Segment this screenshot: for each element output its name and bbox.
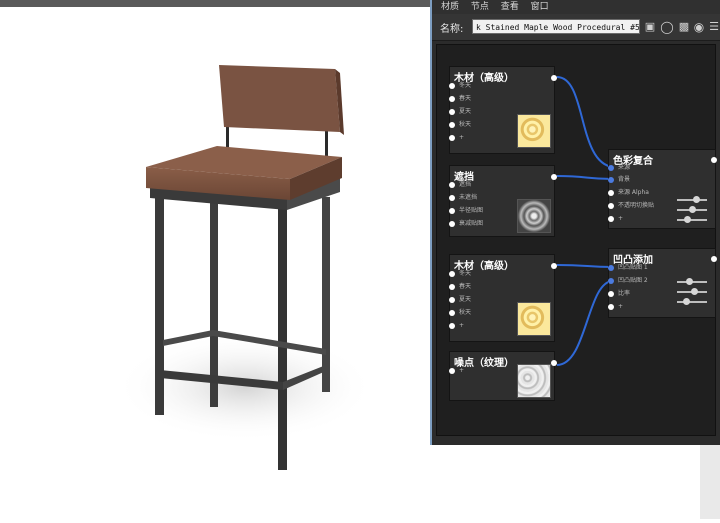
slider-knob[interactable] bbox=[693, 196, 701, 203]
wire-wood-to-bump-1 bbox=[556, 264, 614, 268]
slider-knob[interactable] bbox=[686, 278, 694, 285]
menu-view[interactable]: 查看 bbox=[501, 0, 519, 14]
noise-preview-thumbnail bbox=[517, 364, 551, 398]
save-icon[interactable]: ▣ bbox=[642, 19, 658, 35]
slider-knob[interactable] bbox=[690, 288, 698, 295]
slider-knob[interactable] bbox=[682, 298, 690, 305]
color-sliders bbox=[677, 195, 707, 225]
node-occlusion[interactable]: 遮挡 遮挡 未遮挡 半径贴图 衰减贴图 bbox=[449, 165, 557, 237]
slider-knob[interactable] bbox=[683, 216, 691, 223]
slider-knob[interactable] bbox=[688, 206, 696, 213]
material-name-bar: 名称: k Stained Maple Wood Procedural #5 ▣… bbox=[432, 14, 720, 41]
output-port[interactable] bbox=[551, 174, 557, 180]
name-label: 名称: bbox=[440, 24, 464, 35]
render-viewport[interactable] bbox=[0, 7, 430, 519]
viewport-top-bar bbox=[0, 0, 430, 7]
output-port[interactable] bbox=[551, 75, 557, 81]
slider[interactable] bbox=[677, 205, 707, 215]
occlusion-preview-thumbnail bbox=[517, 199, 551, 233]
bump-sliders bbox=[677, 277, 707, 307]
wire-noise-to-bump-2 bbox=[556, 280, 614, 366]
menu-material[interactable]: 材质 bbox=[441, 0, 459, 14]
bar-stool-render bbox=[115, 65, 375, 470]
menu-bar: 材质 节点 查看 窗口 bbox=[432, 0, 720, 14]
menu-nodes[interactable]: 节点 bbox=[471, 0, 489, 14]
menu-window[interactable]: 窗口 bbox=[531, 0, 549, 14]
output-port[interactable] bbox=[711, 256, 717, 262]
wire-mask-to-color-background bbox=[556, 175, 614, 180]
checker-icon[interactable]: ▩ bbox=[676, 19, 692, 35]
node-wood-advanced-2[interactable]: 木材（高级） 冬天 春天 夏天 秋天 + bbox=[449, 254, 557, 342]
material-editor-window[interactable]: 材质 节点 查看 窗口 名称: k Stained Maple Wood Pro… bbox=[430, 0, 720, 445]
wire-wood-to-color-source bbox=[556, 76, 614, 168]
slider[interactable] bbox=[677, 287, 707, 297]
wood-preview-thumbnail bbox=[517, 114, 551, 148]
slider[interactable] bbox=[677, 195, 707, 205]
output-port[interactable] bbox=[711, 157, 717, 163]
node-bump-add[interactable]: 凹凸添加 凹凸贴图 1 凹凸贴图 2 比率 + bbox=[608, 248, 717, 318]
settings-sliders-icon[interactable]: ☰ bbox=[706, 19, 720, 35]
output-port[interactable] bbox=[551, 263, 557, 269]
render-icon[interactable]: ◉ bbox=[691, 19, 707, 35]
material-name-input[interactable]: k Stained Maple Wood Procedural #5 bbox=[472, 19, 640, 34]
slider[interactable] bbox=[677, 297, 707, 307]
background-panel bbox=[700, 440, 720, 519]
node-graph-canvas[interactable]: 木材（高级） 冬天 春天 夏天 秋天 + 遮挡 遮挡 未遮挡 半径贴图 衰减贴图… bbox=[436, 44, 717, 436]
slider[interactable] bbox=[677, 277, 707, 287]
slider[interactable] bbox=[677, 215, 707, 225]
sphere-preview-icon[interactable]: ◯ bbox=[659, 19, 675, 35]
node-noise-texture[interactable]: 噪点（纹理） + bbox=[449, 351, 557, 401]
wood-preview-thumbnail bbox=[517, 302, 551, 336]
node-color-composite[interactable]: 色彩复合 来源 背景 来源 Alpha 不透明切换贴 + bbox=[608, 149, 717, 229]
node-wood-advanced-1[interactable]: 木材（高级） 冬天 春天 夏天 秋天 + bbox=[449, 66, 557, 154]
output-port[interactable] bbox=[551, 360, 557, 366]
